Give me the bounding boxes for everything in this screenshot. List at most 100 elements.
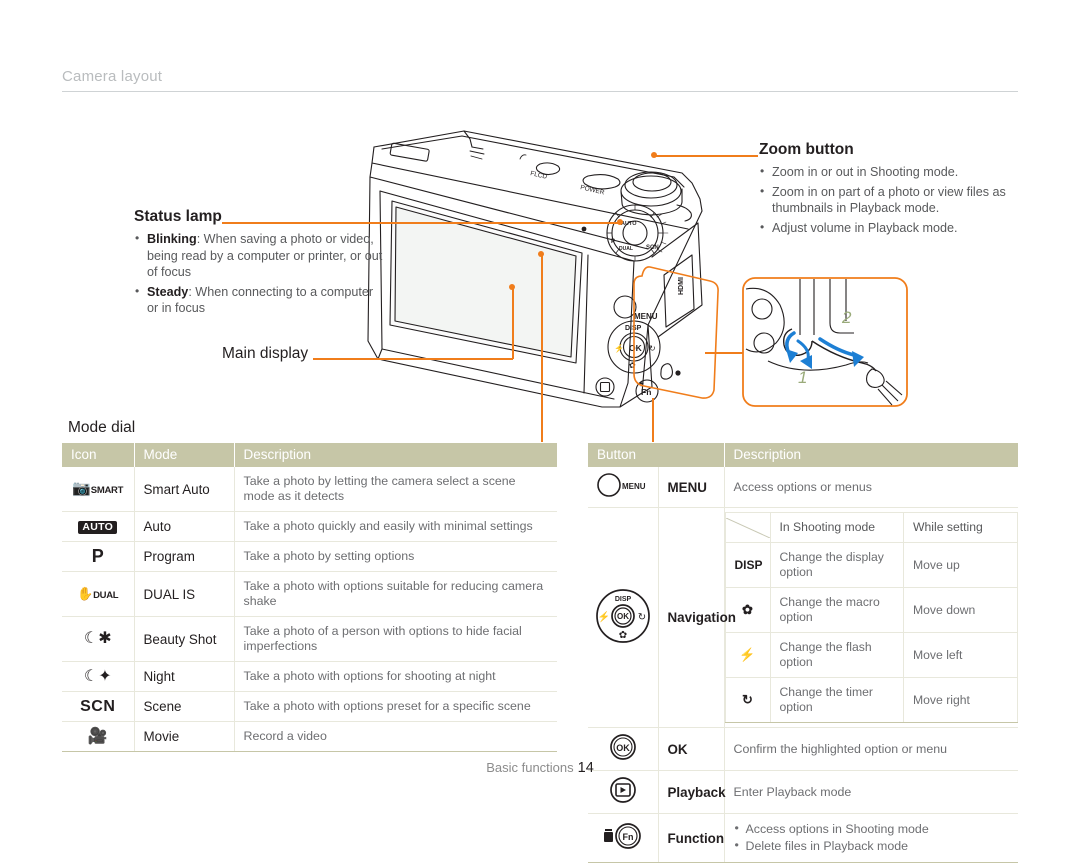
mode-description: Take a photo by letting the camera selec… [233,467,557,512]
subcolumn-header-setting: While setting [903,512,1018,543]
svg-text:↻: ↻ [638,612,646,623]
mode-description: Take a photo of a person with options to… [233,616,557,662]
navigation-pad-icon: DISP OK ⚡ ↻ ✿ [588,507,658,728]
leader-dot-mode-dial [538,251,544,257]
button-description: Access options in Shooting mode Delete f… [723,813,1018,863]
button-table: Button Description MENU MENU Access opti… [588,443,1018,863]
scene-icon-label: SCN [80,697,116,715]
mode-dial-table: Icon Mode Description 📷SMART Smart Auto … [62,443,557,752]
subtable-row: DISP Change the display option Move up [724,542,1018,588]
inset-step-1: 1 [798,368,807,387]
night-icon: ☾✦ [62,661,134,692]
table-header-row: Icon Mode Description [62,443,557,467]
menu-button-icon: MENU [588,467,658,508]
svg-text:✿: ✿ [619,630,627,641]
smart-auto-icon-label: SMART [90,485,124,496]
label-mode-dial: Mode dial [68,419,136,436]
table-header-row: Button Description [588,443,1018,467]
setting-action: Move right [903,677,1018,723]
svg-text:⚡: ⚡ [614,343,624,353]
inset-step-2: 2 [841,308,852,327]
list-item: Steady: When connecting to a computer or… [134,283,384,317]
mode-name: Auto [133,511,234,542]
column-header-mode: Mode [133,443,234,467]
page-footer: Basic functions 14 [0,760,1080,776]
svg-text:DISP: DISP [615,596,632,603]
status-lead-blinking: Blinking [147,232,197,246]
page-header: Camera layout [62,68,1018,92]
table-row: ✋DUAL DUAL IS Take a photo with options … [62,571,557,617]
svg-text:OK: OK [616,743,630,753]
button-name: Playback [657,770,726,814]
disp-key-icon: DISP [724,542,771,588]
button-name: Function [657,813,724,863]
callout-zoom-list: Zoom in or out in Shooting mode. Zoom in… [759,163,1021,237]
beauty-shot-icon: ☾✱ [62,616,134,662]
subtable-header-row: In Shooting mode While setting [724,512,1018,543]
column-header-icon: Icon [62,443,134,467]
program-icon-label: P [91,546,104,566]
setting-action: Move down [903,587,1018,633]
navigation-subtable-cell: In Shooting mode While setting DISP Chan… [723,507,1018,728]
table-row: Playback Enter Playback mode [588,770,1018,814]
leader-dot-zoom [651,152,657,158]
button-description: Enter Playback mode [723,770,1018,814]
mode-description: Record a video [233,721,557,752]
program-icon: P [62,541,134,572]
leader-main-display-riser [512,288,514,359]
callout-zoom-button: Zoom button Zoom in or out in Shooting m… [759,141,1021,239]
callout-status-lamp: Status lamp Blinking: When saving a phot… [134,208,384,320]
button-description: Access options or menus [723,467,1018,508]
svg-text:POWER: POWER [580,184,606,196]
subtable-row: ✿ Change the macro option Move down [724,587,1018,633]
svg-text:Fn: Fn [622,832,633,842]
table-row: Fn Function Access options in Shooting m… [588,813,1018,863]
mode-name: Night [133,661,234,692]
shooting-action: Change the macro option [769,587,904,633]
button-name: Navigation [657,507,736,728]
mode-name: Movie [133,721,234,752]
svg-text:AUTO: AUTO [621,221,637,227]
svg-text:P: P [611,239,615,245]
subtable-row: ↻ Change the timer option Move right [724,677,1018,723]
svg-text:OK: OK [617,612,629,621]
setting-action: Move left [903,632,1018,678]
playback-button-icon [588,770,658,814]
mode-description: Take a photo with options suitable for r… [233,571,557,617]
header-divider [62,91,1018,92]
smart-auto-icon: 📷SMART [62,467,134,512]
table-row: SCN Scene Take a photo with options pres… [62,691,557,722]
scene-icon: SCN [62,691,134,722]
table-row: ☾✦ Night Take a photo with options for s… [62,661,557,692]
callout-status-list: Blinking: When saving a photo or video, … [134,230,384,317]
timer-key-icon: ↻ [724,677,771,723]
movie-icon: 🎥 [62,721,134,752]
callout-status-title: Status lamp [134,208,222,225]
mode-name: DUAL IS [133,571,234,617]
auto-icon: AUTO [62,511,134,542]
leader-dot-status [617,219,623,225]
table-row: ☾✱ Beauty Shot Take a photo of a person … [62,616,557,662]
list-item: Delete files in Playback mode [734,837,1010,855]
svg-text:MENU: MENU [622,482,646,491]
list-item: Zoom in or out in Shooting mode. [759,163,1021,181]
leader-zoom-button [654,155,758,157]
mode-name: Program [133,541,234,572]
flash-key-icon: ⚡ [724,632,771,678]
callout-zoom-title: Zoom button [759,141,854,158]
list-item: Zoom in on part of a photo or view files… [759,183,1021,217]
leader-mode-dial [541,254,543,442]
subcolumn-header-shooting: In Shooting mode [769,512,904,543]
label-main-display: Main display [222,345,309,362]
table-row: DISP OK ⚡ ↻ ✿ Navigation In Shooting mod… [588,507,1018,728]
svg-text:⚡: ⚡ [598,610,610,623]
mode-description: Take a photo with options preset for a s… [233,691,557,722]
table-row: 📷SMART Smart Auto Take a photo by lettin… [62,467,557,512]
diagonal-corner-cell [724,512,771,543]
page-title: Camera layout [62,68,163,85]
list-item: Adjust volume in Playback mode. [759,219,1021,237]
status-lead-steady: Steady [147,284,189,299]
shooting-action: Change the display option [769,542,904,588]
dual-is-icon-label: DUAL [93,589,119,601]
column-header-description: Description [723,443,1018,467]
